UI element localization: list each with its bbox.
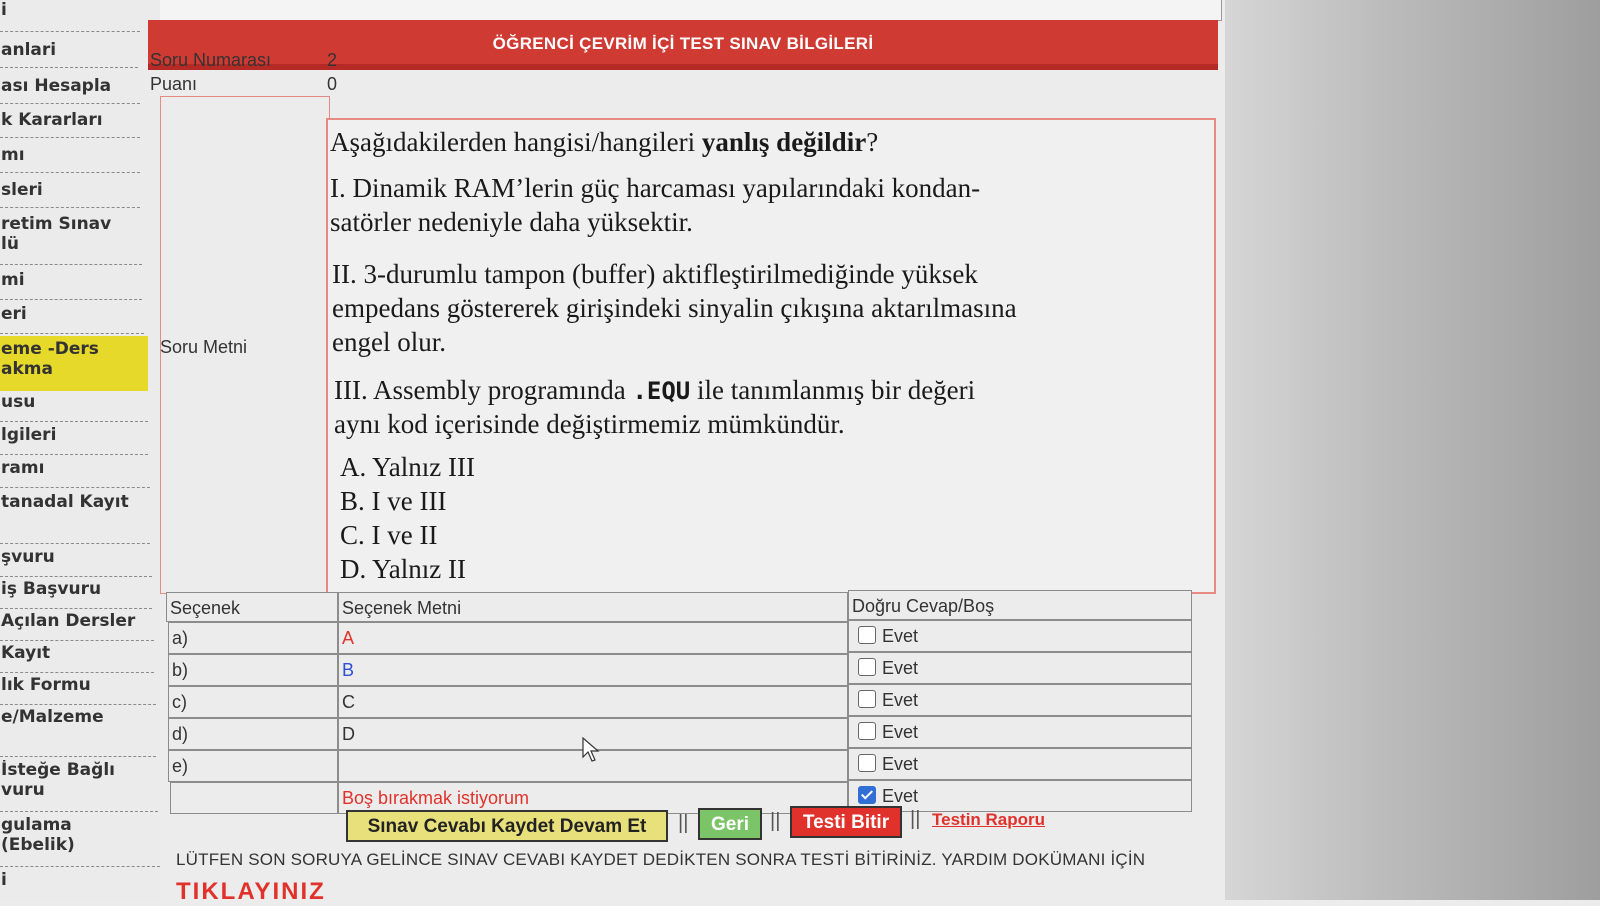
answer-checkbox[interactable]: [858, 722, 876, 740]
answer-cell: Evet: [848, 684, 1192, 716]
sidebar-item[interactable]: ramı: [0, 458, 150, 488]
top-frame: [150, 0, 1222, 21]
monitor-edge: [1225, 0, 1600, 900]
answer-label: Evet: [882, 626, 919, 646]
sidebar-item[interactable]: i: [0, 0, 140, 32]
save-continue-button[interactable]: Sınav Cevabı Kaydet Devam Et: [346, 810, 668, 842]
sidebar-item[interactable]: lık Formu: [0, 675, 156, 705]
footer-note: LÜTFEN SON SORUYA GELİNCE SINAV CEVABI K…: [176, 850, 1146, 869]
statement-3-line-1: III. Assembly programında .EQU ile tanım…: [334, 372, 975, 409]
page-title: ÖĞRENCİ ÇEVRİM İÇİ TEST SINAV BİLGİLERİ: [492, 34, 874, 53]
answer-label: Evet: [882, 690, 919, 710]
answer-checkbox[interactable]: [858, 626, 876, 644]
sidebar-item[interactable]: anlari: [0, 40, 138, 68]
statement-2-line-2: empedans göstererek girişindeki sinyalin…: [332, 293, 1017, 323]
sidebar-item[interactable]: i: [0, 870, 160, 900]
statement-2-line-1: II. 3-durumlu tampon (buffer) aktifleşti…: [332, 259, 978, 289]
answer-checkbox[interactable]: [858, 658, 876, 676]
answer-label: Evet: [882, 658, 919, 678]
separator: ||: [910, 808, 921, 830]
sidebar-item-active[interactable]: eme -Ders akma: [0, 336, 148, 391]
sidebar-item[interactable]: lgileri: [0, 425, 148, 455]
option-label: [170, 782, 338, 814]
statement-3-prefix: III. Assembly programında: [334, 375, 633, 405]
option-text: A: [338, 622, 848, 654]
leave-blank-checkbox[interactable]: [858, 786, 876, 804]
choice-b-text: B. I ve III: [340, 486, 447, 516]
question-label: Soru Metni: [160, 337, 248, 357]
choice-c-text: C. I ve II: [340, 520, 438, 550]
sidebar-item[interactable]: eri: [0, 304, 144, 334]
answer-checkbox[interactable]: [858, 690, 876, 708]
sidebar-item[interactable]: mi: [0, 270, 142, 300]
answer-cell: Evet: [848, 620, 1192, 652]
score-value: 0: [327, 74, 338, 94]
choice-d-text: D. Yalnız II: [340, 554, 466, 584]
sidebar-item[interactable]: İsteğe Bağlı vuru: [0, 760, 158, 812]
sidebar-item[interactable]: gulama (Ebelik): [0, 815, 160, 867]
col-header-option: Seçenek: [166, 592, 338, 622]
page-title-bar: ÖĞRENCİ ÇEVRİM İÇİ TEST SINAV BİLGİLERİ: [148, 20, 1218, 70]
answer-cell: Evet: [848, 716, 1192, 748]
option-label: c): [168, 686, 338, 718]
col-header-text: Seçenek Metni: [338, 592, 848, 622]
answer-label: Evet: [882, 786, 919, 806]
choice-a-text: A. Yalnız III: [340, 452, 475, 482]
sidebar-item[interactable]: iş Başvuru: [0, 579, 152, 609]
sidebar-item[interactable]: Açılan Dersler: [0, 611, 154, 641]
option-label: a): [168, 622, 338, 654]
score-label: Puanı: [150, 74, 198, 94]
answer-cell: Evet: [848, 652, 1192, 684]
answer-checkbox[interactable]: [858, 754, 876, 772]
statement-1-line-1: I. Dinamik RAM’lerin güç harcaması yapıl…: [330, 173, 981, 203]
separator: ||: [770, 810, 781, 832]
sidebar-item[interactable]: sleri: [0, 180, 140, 208]
statement-3-code: .EQU: [632, 377, 691, 405]
question-number-label: Soru Numarası: [150, 50, 272, 70]
answer-label: Evet: [882, 722, 919, 742]
sidebar-item[interactable]: şvuru: [0, 547, 152, 577]
back-button[interactable]: Geri: [698, 808, 762, 840]
statement-3-line-2: aynı kod içerisinde değiştirmemiz mümkün…: [334, 409, 845, 439]
option-text: B: [338, 654, 848, 686]
option-label: d): [168, 718, 338, 750]
answer-label: Evet: [882, 754, 919, 774]
question-stem-suffix: ?: [866, 127, 879, 157]
statement-1-line-2: satörler nedeniyle daha yüksektir.: [330, 207, 693, 237]
statement-2-line-3: engel olur.: [332, 327, 446, 357]
sidebar-item[interactable]: mı: [0, 145, 140, 173]
sidebar-item[interactable]: retim Sınav lü: [0, 214, 142, 265]
question-number-value: 2: [327, 50, 338, 70]
separator: ||: [678, 812, 689, 834]
option-label: b): [168, 654, 338, 686]
test-report-link[interactable]: Testin Raporu: [932, 810, 1045, 830]
finish-test-button[interactable]: Testi Bitir: [790, 806, 902, 838]
option-label: e): [168, 750, 338, 782]
answer-cell: Evet: [848, 748, 1192, 780]
sidebar-item[interactable]: tanadal Kayıt: [0, 492, 150, 544]
option-text: C: [338, 686, 848, 718]
question-stem: Aşağıdakilerden hangisi/hangileri yanlış…: [330, 124, 878, 160]
statement-3-suffix: ile tanımlanmış bir değeri: [690, 375, 976, 405]
sidebar-item[interactable]: ası Hesapla: [0, 76, 140, 104]
col-header-answer: Doğru Cevap/Boş: [848, 590, 1192, 620]
help-link[interactable]: TIKLAYINIZ: [176, 878, 326, 906]
sidebar-item[interactable]: Kayıt: [0, 643, 154, 673]
sidebar: i anlari ası Hesapla k Kararları mı sler…: [0, 0, 160, 900]
sidebar-item[interactable]: usu: [0, 392, 148, 422]
sidebar-item[interactable]: k Kararları: [0, 110, 140, 138]
mouse-cursor-icon: [582, 737, 600, 762]
question-stem-prefix: Aşağıdakilerden hangisi/hangileri: [330, 127, 702, 157]
sidebar-item[interactable]: e/Malzeme: [0, 707, 156, 757]
question-stem-emphasis: yanlış değildir: [701, 127, 867, 157]
